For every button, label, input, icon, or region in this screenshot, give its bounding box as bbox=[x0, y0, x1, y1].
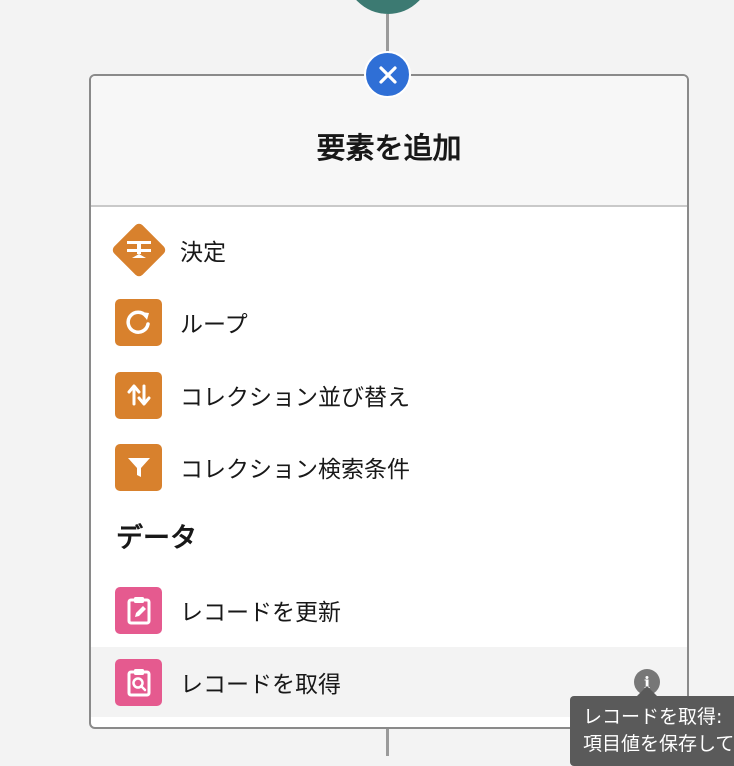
close-button[interactable] bbox=[364, 51, 411, 98]
sort-icon bbox=[115, 371, 162, 419]
element-item-update-records[interactable]: レコードを更新 bbox=[91, 575, 687, 645]
element-item-collection-sort[interactable]: コレクション並び替え bbox=[91, 360, 687, 430]
section-heading-data: データ bbox=[116, 523, 197, 554]
loop-icon bbox=[115, 298, 162, 346]
update-records-icon bbox=[115, 586, 162, 634]
close-icon bbox=[378, 65, 397, 84]
panel-title: 要素を追加 bbox=[316, 130, 462, 165]
get-records-icon bbox=[115, 658, 162, 706]
element-item-label: コレクション検索条件 bbox=[180, 457, 410, 483]
connector-line-bottom bbox=[386, 726, 389, 756]
element-item-loop[interactable]: ループ bbox=[91, 287, 687, 357]
element-item-label: レコードを取得 bbox=[180, 672, 341, 698]
add-element-panel: 要素を追加 決定 ループ コレクション並び替え コレクション検索条件 データ レ… bbox=[89, 74, 689, 729]
filter-icon bbox=[115, 443, 162, 491]
tooltip-line-1: レコードを取得: bbox=[583, 706, 723, 728]
element-item-collection-filter[interactable]: コレクション検索条件 bbox=[91, 432, 687, 502]
element-item-label: 決定 bbox=[180, 240, 226, 266]
connector-line-top bbox=[386, 14, 389, 54]
element-item-label: レコードを更新 bbox=[180, 600, 341, 626]
element-item-decision[interactable]: 決定 bbox=[91, 215, 687, 285]
element-item-label: ループ bbox=[180, 312, 248, 338]
tooltip-arrow bbox=[637, 686, 657, 696]
element-item-label: コレクション並び替え bbox=[180, 385, 410, 411]
decision-icon bbox=[110, 221, 167, 279]
tooltip-line-2: 項目値を保存して bbox=[583, 733, 734, 755]
